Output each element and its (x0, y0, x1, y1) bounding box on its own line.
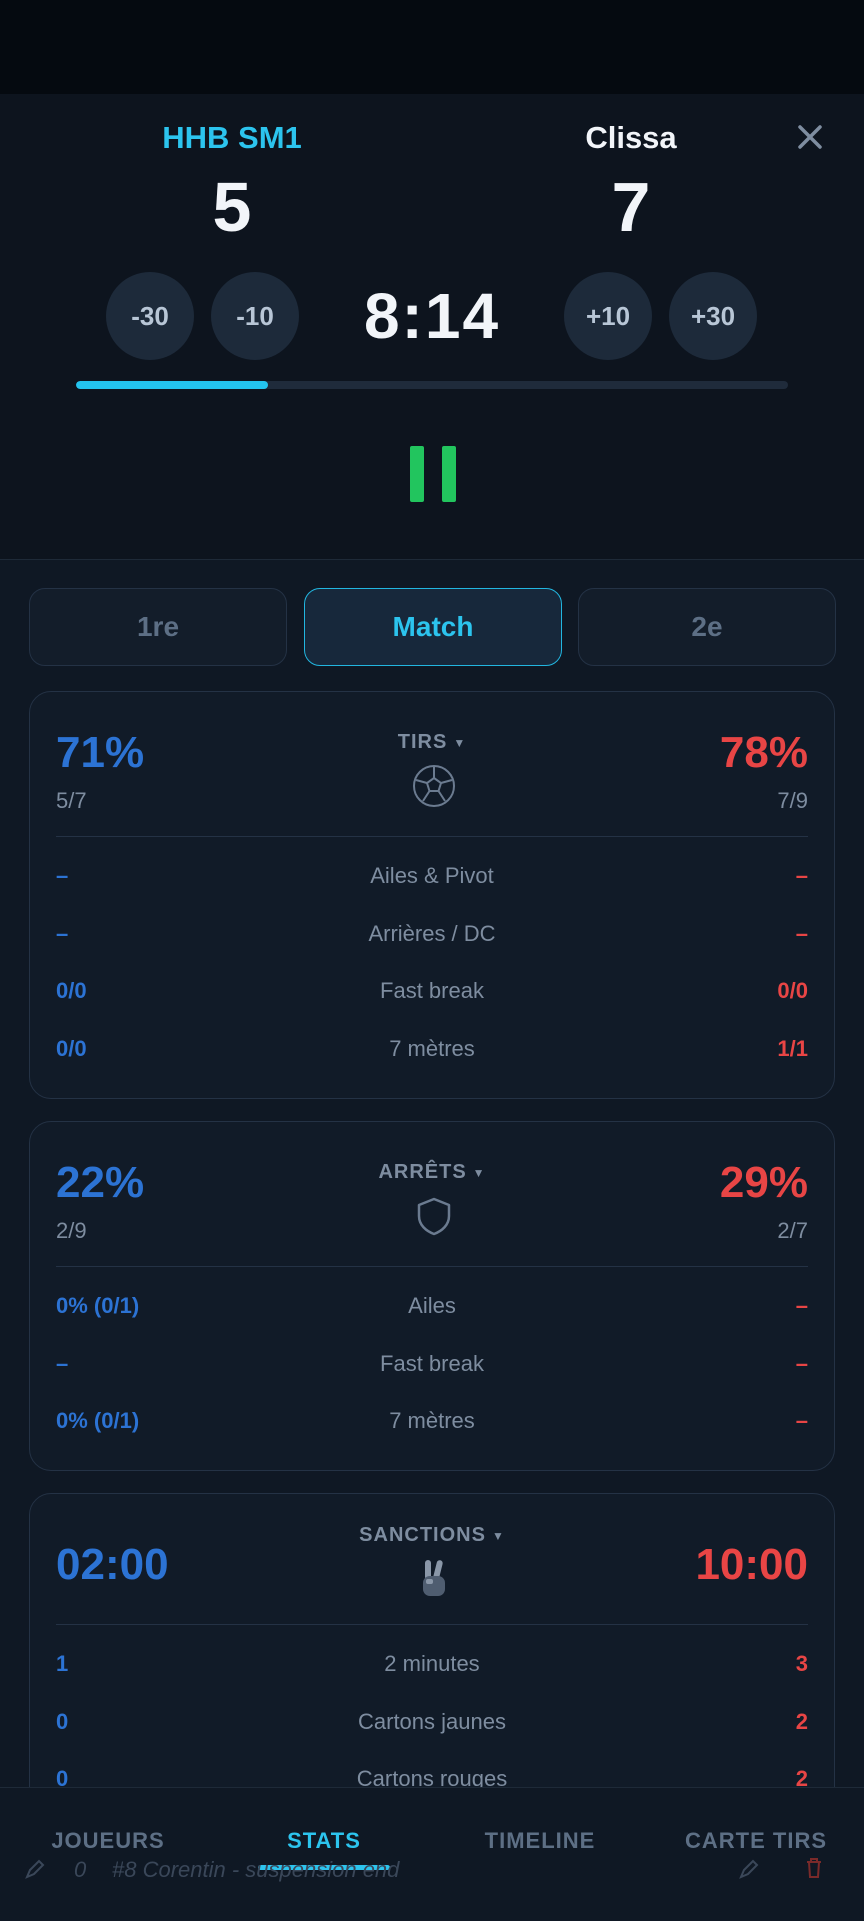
away-shot-pct: 78% (719, 728, 808, 777)
home-team-name: HHB SM1 (162, 120, 302, 155)
stat-row: 0% (0/1) 7 mètres – (56, 1408, 808, 1433)
pause-icon (410, 446, 424, 502)
home-score: 5 (212, 168, 252, 246)
saves-card: 22% 2/9 ARRÊTS ▼ 29% 2/7 0% (0/1) Ailes –… (29, 1121, 835, 1471)
half-progress-fill (76, 381, 269, 389)
shots-card: 71% 5/7 TIRS ▼ 78% 7/9 – Ailes & Pivot – … (29, 691, 835, 1099)
away-suspension-time: 10:00 (695, 1540, 808, 1589)
trash-icon[interactable] (802, 1856, 826, 1880)
tab-match[interactable]: Match (304, 588, 562, 666)
nav-joueurs[interactable]: JOUEURS (51, 1828, 164, 1854)
handball-icon (413, 765, 455, 807)
away-save-pct: 29% (719, 1158, 808, 1207)
stat-row: 1 2 minutes 3 (56, 1651, 808, 1676)
divider (56, 836, 808, 837)
plus-10-button[interactable]: +10 (564, 272, 652, 360)
home-save-ratio: 2/9 (56, 1218, 87, 1243)
away-score: 7 (611, 168, 651, 246)
edit-icon[interactable] (24, 1858, 46, 1880)
away-shot-ratio: 7/9 (777, 788, 808, 813)
bottom-nav: JOUEURS STATS TIMELINE CARTE TIRS (0, 1787, 864, 1921)
stat-row: 0% (0/1) Ailes – (56, 1293, 808, 1318)
sanctions-title: SANCTIONS (359, 1524, 486, 1546)
caret-down-icon: ▼ (453, 735, 467, 750)
timeline-peek-text: #8 Corentin - suspension end (112, 1857, 400, 1882)
shield-icon (417, 1197, 451, 1236)
home-suspension-time: 02:00 (56, 1540, 169, 1589)
home-shot-ratio: 5/7 (56, 788, 87, 813)
caret-down-icon: ▼ (491, 1528, 505, 1543)
victory-hand-icon (423, 1560, 445, 1596)
pause-button[interactable] (410, 446, 456, 502)
away-save-ratio: 2/7 (777, 1218, 808, 1243)
shots-title: TIRS (397, 731, 448, 753)
timeline-peek-minute: 0 (74, 1857, 87, 1882)
shots-title-toggle[interactable]: TIRS ▼ (30, 731, 834, 754)
tab-first-half[interactable]: 1re (29, 588, 287, 666)
saves-title: ARRÊTS (378, 1161, 467, 1183)
stat-row: – Ailes & Pivot – (56, 863, 808, 888)
period-tabs: 1re Match 2e (29, 588, 836, 666)
plus-30-button[interactable]: +30 (669, 272, 757, 360)
away-team-name: Clissa (585, 120, 677, 155)
minus-10-button[interactable]: -10 (211, 272, 299, 360)
stat-row: 0 Cartons jaunes 2 (56, 1709, 808, 1734)
saves-title-toggle[interactable]: ARRÊTS ▼ (30, 1161, 834, 1184)
edit-icon[interactable] (738, 1858, 760, 1880)
divider (56, 1624, 808, 1625)
close-icon[interactable] (790, 117, 830, 157)
nav-stats[interactable]: STATS (287, 1828, 361, 1854)
stat-row: 0/0 7 mètres 1/1 (56, 1036, 808, 1061)
stat-row: – Fast break – (56, 1351, 808, 1376)
minus-30-button[interactable]: -30 (106, 272, 194, 360)
divider (56, 1266, 808, 1267)
tab-second-half[interactable]: 2e (578, 588, 836, 666)
half-progress-bar (76, 381, 788, 389)
nav-timeline[interactable]: TIMELINE (485, 1828, 596, 1854)
stat-row: 0/0 Fast break 0/0 (56, 978, 808, 1003)
stat-row: – Arrières / DC – (56, 921, 808, 946)
nav-carte-tirs[interactable]: CARTE TIRS (685, 1828, 827, 1854)
caret-down-icon: ▼ (472, 1165, 486, 1180)
status-bar (0, 0, 864, 94)
match-clock: 8:14 (363, 280, 501, 352)
